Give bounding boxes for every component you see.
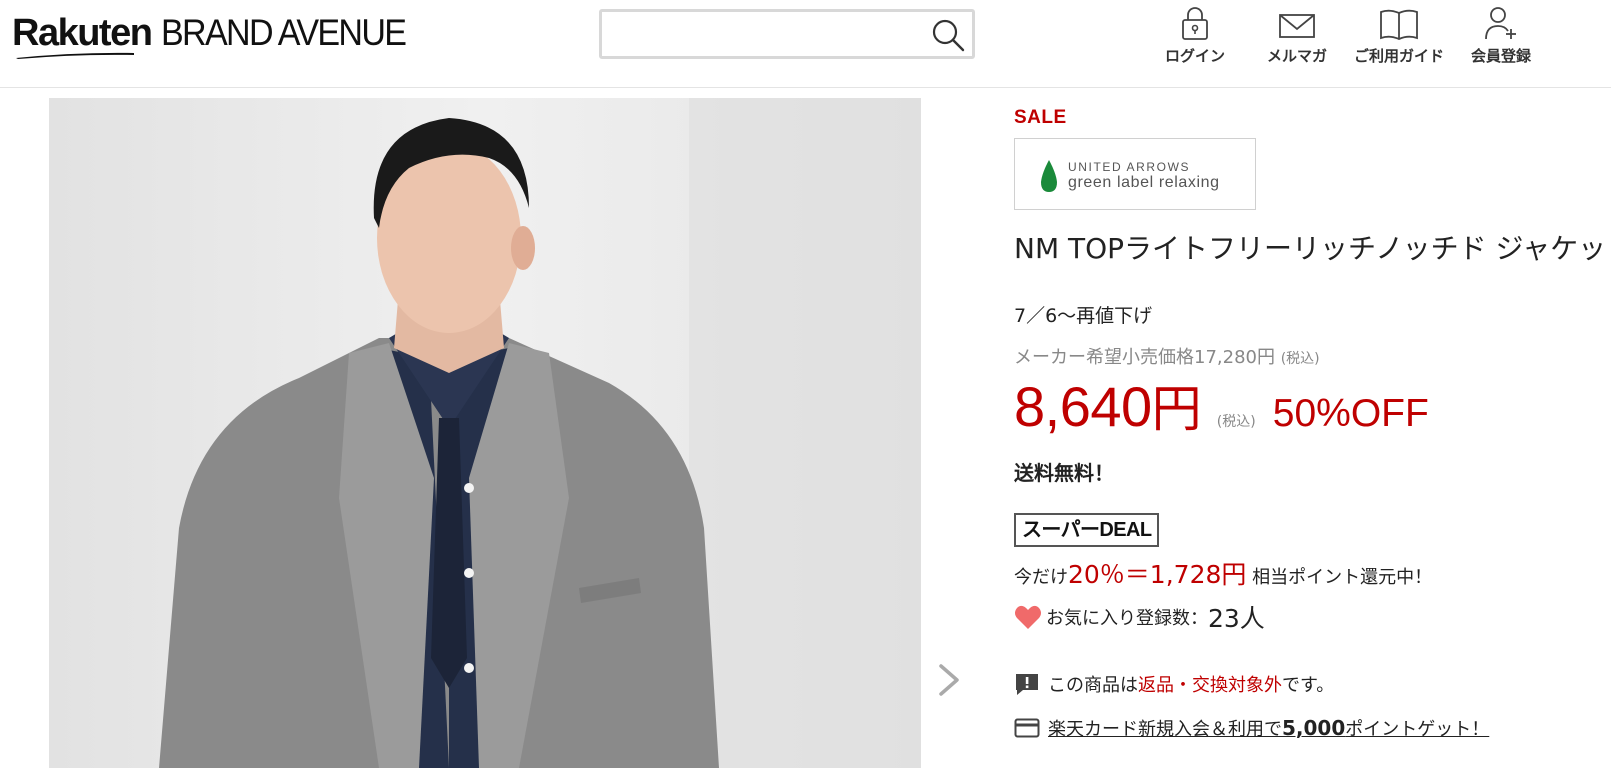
points-row: 今だけ20％＝1,728円 相当ポイント還元中！: [1014, 555, 1432, 591]
site-header: Rakuten BRAND AVENUE ログイン メルマガ ご利用ガイド 会員…: [0, 0, 1611, 88]
brand-line1: UNITED ARROWS: [1068, 160, 1191, 174]
card-promo-prefix: 楽天カード新規入会＆利用で: [1048, 719, 1282, 740]
nav-guide-label: ご利用ガイド: [1353, 47, 1444, 65]
nav-register-label: 会員登録: [1470, 47, 1531, 65]
rakuten-brand-avenue-logo[interactable]: Rakuten BRAND AVENUE: [12, 12, 427, 62]
search-input[interactable]: [610, 18, 914, 52]
sale-label: SALE: [1014, 107, 1067, 128]
card-promo-points: 5,000: [1282, 716, 1346, 740]
logo-rakuten: Rakuten: [12, 12, 153, 59]
rakuten-card-promo-link[interactable]: 楽天カード新規入会＆利用で5,000ポイントゲット！: [1014, 715, 1489, 741]
favorites-count: 23人: [1208, 604, 1265, 633]
repricing-note: 7／6〜再値下げ: [1014, 305, 1153, 327]
nav-register[interactable]: 会員登録: [1446, 5, 1556, 75]
card-promo-text: 楽天カード新規入会＆利用で5,000ポイントゲット！: [1048, 715, 1489, 741]
price-row: 8,640円 (税込) 50%OFF: [1014, 369, 1429, 441]
product-photo-illustration: [49, 98, 921, 768]
super-deal-badge: スーパーDEAL: [1014, 513, 1160, 547]
nav-newsletter-label: メルマガ: [1266, 47, 1327, 65]
nav-more[interactable]: お: [1548, 5, 1611, 75]
lock-icon: [1182, 7, 1208, 40]
logo-swoosh-icon: [16, 52, 134, 59]
points-suffix: 相当ポイント還元中！: [1246, 567, 1433, 588]
msrp-text: メーカー希望小売価格17,280円: [1014, 347, 1275, 368]
card-promo-suffix: ポイントゲット！: [1345, 719, 1490, 740]
return-suffix: です。: [1282, 675, 1335, 696]
sale-price: 8,640: [1014, 375, 1152, 438]
msrp-tax: (税込): [1280, 351, 1320, 367]
nav-login[interactable]: ログイン: [1140, 5, 1250, 75]
product-image[interactable]: [49, 98, 921, 768]
free-shipping: 送料無料！: [1014, 461, 1114, 485]
leaf-drop-icon: [1041, 160, 1057, 192]
msrp-price: メーカー希望小売価格17,280円 (税込): [1014, 343, 1320, 369]
return-policy-row: この商品は 返品・交換対象外 です。: [1014, 671, 1334, 697]
return-highlight[interactable]: 返品・交換対象外: [1138, 671, 1282, 697]
heart-icon[interactable]: [1014, 604, 1042, 630]
nav-login-label: ログイン: [1164, 47, 1225, 65]
header-nav: ログイン メルマガ ご利用ガイド 会員登録: [1140, 5, 1611, 75]
alert-icon: [1016, 674, 1038, 695]
favorites-label: お気に入り登録数：: [1046, 608, 1208, 629]
brand-line2: green label relaxing: [1068, 174, 1220, 191]
logo-rakuten-text: Rakuten: [12, 12, 153, 54]
nav-newsletter[interactable]: メルマガ: [1242, 5, 1352, 75]
book-icon: [1380, 9, 1418, 40]
nav-guide[interactable]: ご利用ガイド: [1344, 5, 1454, 75]
logo-brand-avenue: BRAND AVENUE: [161, 12, 407, 53]
price-yen: 円: [1151, 380, 1202, 438]
search-icon[interactable]: [930, 17, 966, 53]
points-prefix: 今だけ: [1014, 567, 1068, 588]
brand-logo-box[interactable]: UNITED ARROWS green label relaxing: [1014, 138, 1256, 210]
price-tax: (税込): [1216, 414, 1256, 430]
product-title: NM TOPライトフリーリッチノッチド ジャケット: [1014, 232, 1611, 265]
mail-icon: [1279, 14, 1315, 38]
return-prefix: この商品は: [1048, 675, 1138, 696]
favorites-row: お気に入り登録数： 23人: [1014, 599, 1265, 635]
user-add-icon: [1485, 7, 1516, 40]
points-value: 20％＝1,728円: [1068, 560, 1247, 589]
next-image-arrow-icon[interactable]: [935, 660, 963, 700]
discount-percent: 50%OFF: [1272, 392, 1429, 435]
search-box: [599, 9, 975, 59]
credit-card-icon: [1014, 718, 1040, 738]
